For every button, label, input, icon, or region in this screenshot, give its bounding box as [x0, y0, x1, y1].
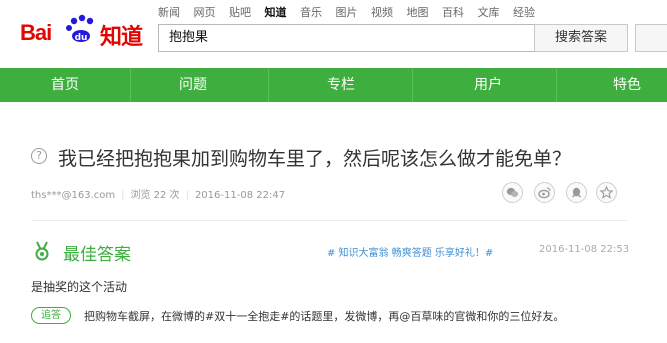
- nav-divider: [130, 68, 131, 102]
- top-nav-item[interactable]: 百科: [442, 6, 464, 19]
- nav-divider: [412, 68, 413, 102]
- question-date: 2016-11-08 22:47: [194, 190, 286, 201]
- question-meta: ths***@163.com | 浏览 22 次 | 2016-11-08 22:47: [31, 186, 285, 201]
- main-nav: 首页 问题 专栏 用户 特色: [0, 68, 667, 102]
- nav-item-users[interactable]: 用户: [433, 68, 543, 102]
- nav-item-questions[interactable]: 问题: [138, 68, 248, 102]
- nav-item-features[interactable]: 特色: [572, 68, 667, 102]
- followup-text: 把购物车截屏，在微博的#双十一全抱走#的话题里，发微博，再@百草味的官微和你的三…: [84, 310, 565, 323]
- ask-question-button[interactable]: [635, 24, 667, 52]
- logo-text-zhidao: 知道: [100, 25, 143, 50]
- qq-icon[interactable]: [566, 182, 587, 203]
- top-nav-item[interactable]: 音乐: [300, 6, 322, 19]
- view-count: 浏览 22 次: [130, 190, 180, 201]
- asker-name[interactable]: ths***@163.com: [31, 190, 115, 201]
- paw-logo-icon: du: [66, 14, 94, 43]
- section-divider: [31, 220, 627, 221]
- baidu-zhidao-logo[interactable]: Bai du 知道: [20, 14, 150, 50]
- top-nav-item[interactable]: 新闻: [158, 6, 180, 19]
- question-title: 我已经把抱抱果加到购物车里了，然后呢该怎么做才能免单？: [58, 148, 572, 170]
- wechat-icon[interactable]: [502, 182, 523, 203]
- answer-text: 是抽奖的这个活动: [31, 280, 128, 294]
- svg-text:du: du: [75, 33, 88, 43]
- followup-badge: 追答: [31, 307, 71, 324]
- top-nav-item[interactable]: 图片: [336, 6, 358, 19]
- favorite-icon[interactable]: [596, 182, 617, 203]
- nav-item-columns[interactable]: 专栏: [286, 68, 396, 102]
- question-circle-icon: ?: [31, 148, 47, 164]
- meta-separator: |: [185, 190, 189, 201]
- top-nav-item-active[interactable]: 知道: [265, 6, 287, 19]
- top-nav-item[interactable]: 地图: [407, 6, 429, 19]
- meta-separator: |: [121, 190, 125, 201]
- top-nav-item[interactable]: 视频: [371, 6, 393, 19]
- medal-icon: [35, 241, 49, 261]
- nav-item-home[interactable]: 首页: [10, 68, 120, 102]
- answer-date: 2016-11-08 22:53: [539, 244, 630, 255]
- best-answer-title: 最佳答案: [63, 245, 131, 265]
- nav-divider: [268, 68, 269, 102]
- top-nav: 新闻 网页 贴吧 知道 音乐 图片 视频 地图 百科 文库 经验: [158, 4, 545, 20]
- nav-divider: [556, 68, 557, 102]
- top-nav-item[interactable]: 贴吧: [229, 6, 251, 19]
- activity-tag-link[interactable]: # 知识大富翁 畅爽答题 乐享好礼！#: [327, 244, 493, 259]
- top-nav-item[interactable]: 文库: [478, 6, 500, 19]
- weibo-icon[interactable]: [534, 182, 555, 203]
- top-nav-item[interactable]: 网页: [194, 6, 216, 19]
- top-nav-item[interactable]: 经验: [513, 6, 535, 19]
- search-input[interactable]: 抱抱果: [158, 24, 534, 52]
- search-answer-button[interactable]: 搜索答案: [534, 24, 628, 52]
- logo-text-bai: Bai: [20, 20, 52, 45]
